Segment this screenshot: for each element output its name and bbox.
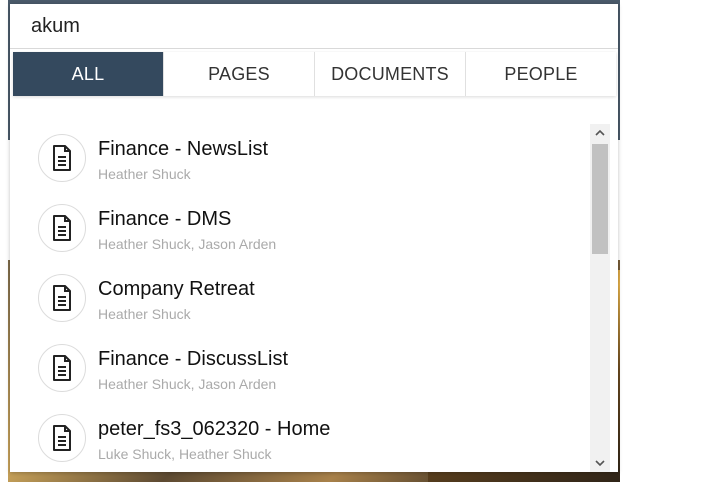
result-title: Finance - DMS: [98, 208, 232, 230]
result-title: Finance - DiscussList: [98, 348, 289, 370]
result-item[interactable]: Finance - DiscussList Heather Shuck, Jas…: [10, 336, 590, 406]
scrollbar-thumb[interactable]: [592, 144, 608, 254]
result-people: Heather Shuck, Jason Arden: [98, 376, 277, 392]
document-icon: [38, 274, 86, 322]
divider: [10, 48, 618, 49]
result-people: Luke Shuck, Heather Shuck: [98, 446, 272, 462]
result-people: Heather Shuck, Jason Arden: [98, 236, 277, 252]
results-scrollbar[interactable]: [590, 124, 610, 472]
result-title: peter_fs3_062320 - Home: [98, 418, 331, 440]
result-item[interactable]: Finance - DMS Heather Shuck, Jason Arden: [10, 196, 590, 266]
document-icon: [38, 344, 86, 392]
tab-people[interactable]: PEOPLE: [466, 52, 616, 96]
search-dropdown: ALL PAGES DOCUMENTS PEOPLE Finance - New…: [10, 4, 618, 472]
scroll-down-arrow-icon[interactable]: [590, 454, 610, 472]
document-icon: [38, 414, 86, 462]
result-tabs: ALL PAGES DOCUMENTS PEOPLE: [13, 52, 616, 96]
tab-all[interactable]: ALL: [13, 52, 164, 96]
scroll-up-arrow-icon[interactable]: [590, 124, 610, 142]
tab-documents[interactable]: DOCUMENTS: [315, 52, 466, 96]
results-list: Finance - NewsList Heather Shuck Finance…: [10, 126, 590, 472]
result-item[interactable]: peter_fs3_062320 - Home Luke Shuck, Heat…: [10, 406, 590, 472]
document-icon: [38, 204, 86, 252]
result-title: Finance - NewsList: [98, 138, 269, 160]
tab-pages[interactable]: PAGES: [164, 52, 315, 96]
result-people: Heather Shuck: [98, 306, 191, 322]
document-icon: [38, 134, 86, 182]
result-title: Company Retreat: [98, 278, 255, 300]
result-item[interactable]: Company Retreat Heather Shuck: [10, 266, 590, 336]
search-input[interactable]: [10, 4, 618, 48]
result-item[interactable]: Finance - NewsList Heather Shuck: [10, 126, 590, 196]
result-people: Heather Shuck: [98, 166, 191, 182]
